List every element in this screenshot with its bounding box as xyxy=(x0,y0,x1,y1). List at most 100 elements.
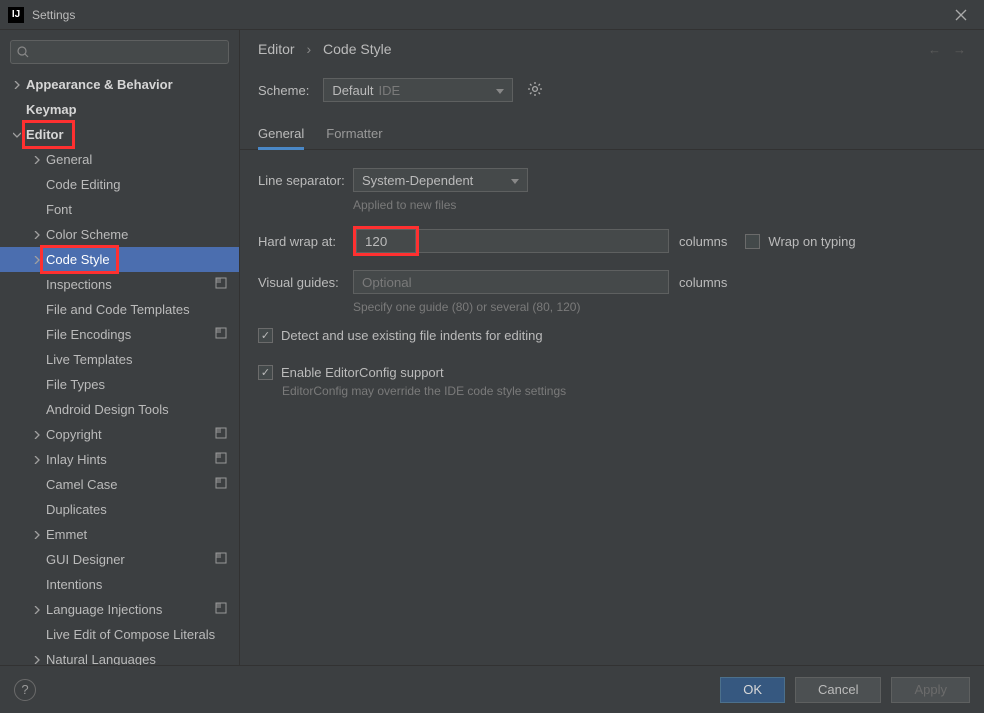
hard-wrap-label: Hard wrap at: xyxy=(258,234,353,249)
tree-item-intentions[interactable]: Intentions xyxy=(0,572,239,597)
editorconfig-label: Enable EditorConfig support xyxy=(281,365,444,380)
search-box[interactable] xyxy=(10,40,229,64)
visual-guides-help: Specify one guide (80) or several (80, 1… xyxy=(353,300,966,314)
titlebar: IJ Settings xyxy=(0,0,984,30)
tree-item-camel-case[interactable]: Camel Case xyxy=(0,472,239,497)
tree-item-label: Copyright xyxy=(46,427,215,442)
tree-item-label: File Types xyxy=(46,377,231,392)
detect-indents-label: Detect and use existing file indents for… xyxy=(281,328,543,343)
chevron-right-icon xyxy=(30,156,44,164)
tree-item-file-encodings[interactable]: File Encodings xyxy=(0,322,239,347)
tree-item-code-style[interactable]: Code Style xyxy=(0,247,239,272)
chevron-right-icon xyxy=(30,256,44,264)
chevron-right-icon: › xyxy=(306,41,311,57)
tree-item-copyright[interactable]: Copyright xyxy=(0,422,239,447)
tree-item-live-edit-of-compose-literals[interactable]: Live Edit of Compose Literals xyxy=(0,622,239,647)
chevron-right-icon xyxy=(30,531,44,539)
sidebar: Appearance & Behavior Keymap Editor General… xyxy=(0,30,240,665)
footer: ? OK Cancel Apply xyxy=(0,665,984,713)
tree-item-label: Inspections xyxy=(46,277,215,292)
close-icon xyxy=(955,9,967,21)
chevron-right-icon xyxy=(10,81,24,89)
tree-item-keymap[interactable]: Keymap xyxy=(0,97,239,122)
hard-wrap-highlight xyxy=(353,226,419,256)
chevron-right-icon xyxy=(30,606,44,614)
tree-item-label: Camel Case xyxy=(46,477,215,492)
hard-wrap-input-extra[interactable] xyxy=(419,229,669,253)
tree-item-appearance-behavior[interactable]: Appearance & Behavior xyxy=(0,72,239,97)
tree-item-label: Code Style xyxy=(46,252,231,267)
wrap-on-typing-label: Wrap on typing xyxy=(768,234,855,249)
scheme-label: Scheme: xyxy=(258,83,309,98)
modified-icon xyxy=(215,552,231,567)
tree-item-live-templates[interactable]: Live Templates xyxy=(0,347,239,372)
close-button[interactable] xyxy=(946,0,976,30)
tab-formatter[interactable]: Formatter xyxy=(326,120,382,149)
app-icon: IJ xyxy=(8,7,24,23)
tree-item-label: Code Editing xyxy=(46,177,231,192)
line-separator-help: Applied to new files xyxy=(353,198,966,212)
tree-item-label: Intentions xyxy=(46,577,231,592)
wrap-on-typing-checkbox[interactable] xyxy=(745,234,760,249)
tree-item-emmet[interactable]: Emmet xyxy=(0,522,239,547)
line-separator-dropdown[interactable]: System-Dependent xyxy=(353,168,528,192)
gear-icon xyxy=(527,81,543,97)
tree-item-label: Keymap xyxy=(26,102,231,117)
apply-button[interactable]: Apply xyxy=(891,677,970,703)
tree-item-duplicates[interactable]: Duplicates xyxy=(0,497,239,522)
scheme-value: Default xyxy=(332,83,373,98)
modified-icon xyxy=(215,327,231,342)
chevron-down-icon xyxy=(511,173,519,188)
breadcrumb-leaf: Code Style xyxy=(323,41,391,57)
columns-label-2: columns xyxy=(679,275,727,290)
chevron-right-icon xyxy=(30,656,44,664)
tree-item-inspections[interactable]: Inspections xyxy=(0,272,239,297)
chevron-down-icon xyxy=(10,131,24,139)
tree-item-label: Natural Languages xyxy=(46,652,231,665)
content-panel: Editor › Code Style ← → Scheme: Default … xyxy=(240,30,984,665)
modified-icon xyxy=(215,602,231,617)
tree-item-natural-languages[interactable]: Natural Languages xyxy=(0,647,239,665)
columns-label: columns xyxy=(679,234,727,249)
tree-item-android-design-tools[interactable]: Android Design Tools xyxy=(0,397,239,422)
tree-item-gui-designer[interactable]: GUI Designer xyxy=(0,547,239,572)
tree-item-label: Live Templates xyxy=(46,352,231,367)
tree-item-code-editing[interactable]: Code Editing xyxy=(0,172,239,197)
tree-item-editor[interactable]: Editor xyxy=(0,122,239,147)
visual-guides-label: Visual guides: xyxy=(258,275,353,290)
tree-item-general[interactable]: General xyxy=(0,147,239,172)
forward-button[interactable]: → xyxy=(953,42,966,57)
tree-item-label: Live Edit of Compose Literals xyxy=(46,627,231,642)
tree-item-file-and-code-templates[interactable]: File and Code Templates xyxy=(0,297,239,322)
ok-button[interactable]: OK xyxy=(720,677,785,703)
tree-item-color-scheme[interactable]: Color Scheme xyxy=(0,222,239,247)
tree-item-font[interactable]: Font xyxy=(0,197,239,222)
chevron-down-icon xyxy=(496,83,504,98)
line-separator-value: System-Dependent xyxy=(362,173,473,188)
visual-guides-input[interactable] xyxy=(353,270,669,294)
settings-tree: Appearance & Behavior Keymap Editor General… xyxy=(0,72,239,665)
tree-item-label: Emmet xyxy=(46,527,231,542)
chevron-right-icon xyxy=(30,456,44,464)
chevron-right-icon xyxy=(30,231,44,239)
scheme-settings-button[interactable] xyxy=(527,81,543,100)
help-button[interactable]: ? xyxy=(14,679,36,701)
hard-wrap-input[interactable] xyxy=(356,229,416,253)
tree-item-label: Language Injections xyxy=(46,602,215,617)
tree-item-label: General xyxy=(46,152,231,167)
search-input[interactable] xyxy=(33,45,222,59)
cancel-button[interactable]: Cancel xyxy=(795,677,881,703)
tree-item-inlay-hints[interactable]: Inlay Hints xyxy=(0,447,239,472)
tree-item-language-injections[interactable]: Language Injections xyxy=(0,597,239,622)
tree-item-label: Inlay Hints xyxy=(46,452,215,467)
editorconfig-checkbox[interactable] xyxy=(258,365,273,380)
detect-indents-checkbox[interactable] xyxy=(258,328,273,343)
scheme-suffix: IDE xyxy=(379,83,401,98)
scheme-dropdown[interactable]: Default IDE xyxy=(323,78,513,102)
tree-item-label: Color Scheme xyxy=(46,227,231,242)
tree-item-label: Duplicates xyxy=(46,502,231,517)
tree-item-label: File and Code Templates xyxy=(46,302,231,317)
tab-general[interactable]: General xyxy=(258,120,304,150)
back-button[interactable]: ← xyxy=(928,42,941,57)
tree-item-file-types[interactable]: File Types xyxy=(0,372,239,397)
